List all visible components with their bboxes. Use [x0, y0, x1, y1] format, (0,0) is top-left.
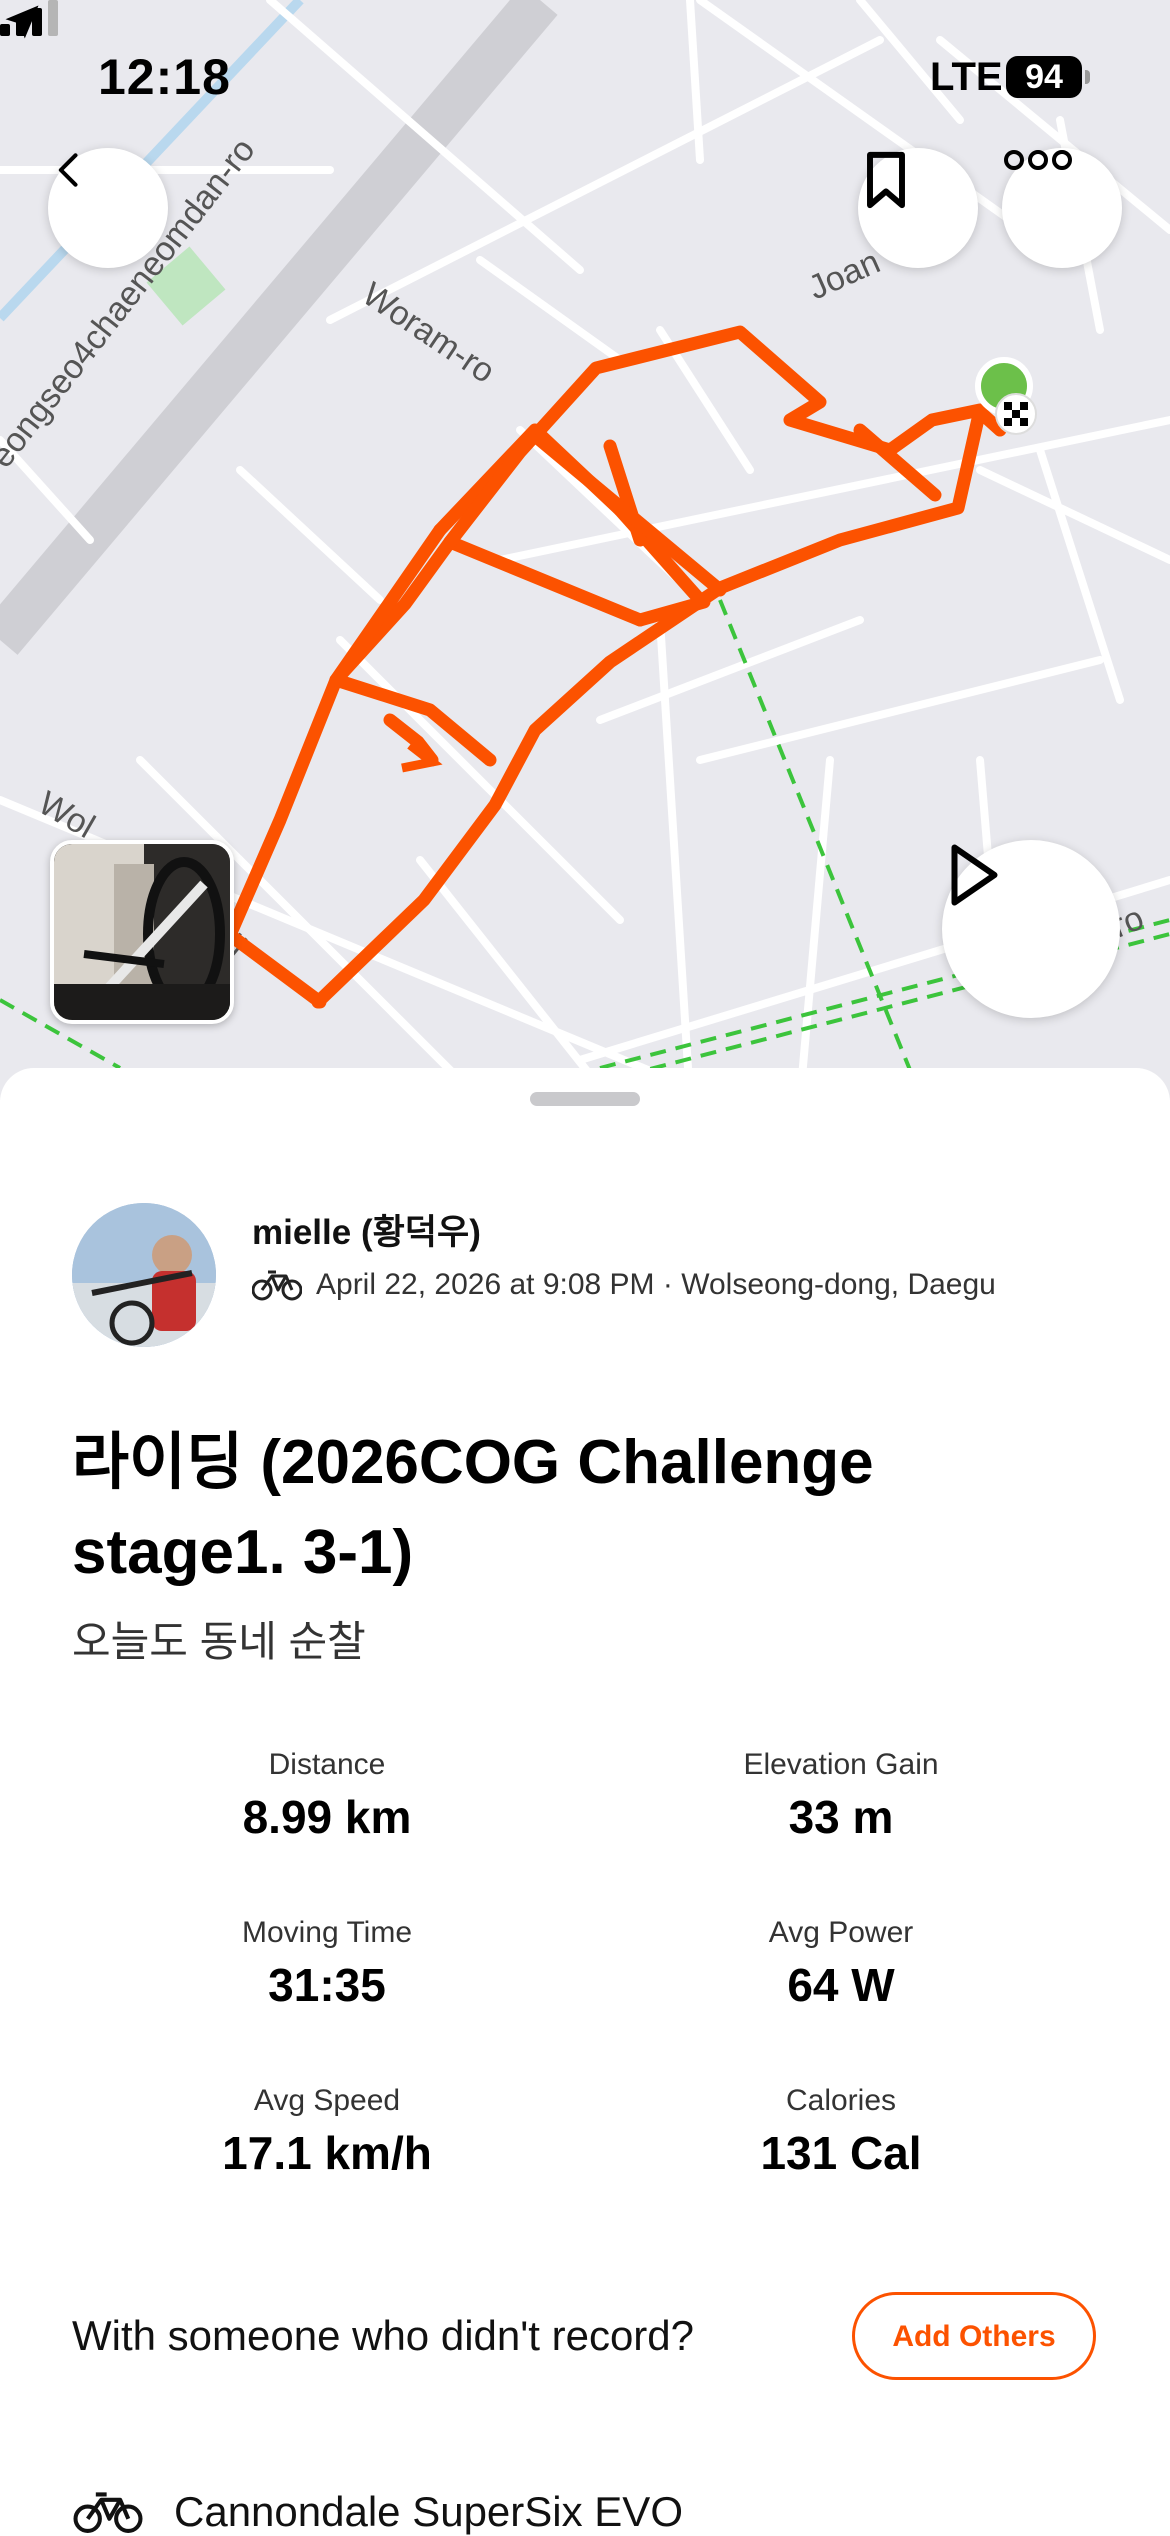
- stat-label: Avg Power: [768, 1916, 914, 1949]
- stat-value: 17.1 km/h: [222, 2127, 432, 2179]
- activity-sheet: mielle (황덕우) April 22, 2026 at 9:08 PM ·…: [0, 1068, 1170, 2535]
- stat-avg-power: Avg Power 64 W: [591, 1916, 1091, 2012]
- avatar[interactable]: [72, 1203, 216, 1347]
- stat-label: Avg Speed: [253, 2084, 401, 2117]
- activity-meta: April 22, 2026 at 9:08 PM · Wolseong-don…: [252, 1268, 996, 1302]
- status-bar: 12:18 LTE 94: [0, 0, 1170, 150]
- stat-elevation-gain: Elevation Gain 33 m: [591, 1748, 1091, 1844]
- activity-date-location: April 22, 2026 at 9:08 PM · Wolseong-don…: [316, 1268, 996, 1301]
- stat-value: 31:35: [268, 1959, 386, 2011]
- play-flyover-button[interactable]: [942, 840, 1120, 1018]
- avatar-image: [72, 1203, 216, 1347]
- stat-label: Calories: [785, 2084, 897, 2117]
- bike-icon: [252, 1270, 302, 1301]
- status-time: 12:18: [98, 49, 231, 105]
- more-dots-icon: [1004, 150, 1072, 170]
- activity-description: 오늘도 동네 순찰: [72, 1618, 366, 1665]
- stat-moving-time: Moving Time 31:35: [77, 1916, 577, 2012]
- athlete-name[interactable]: mielle (황덕우): [252, 1204, 481, 1255]
- stat-calories: Calories 131 Cal: [591, 2084, 1091, 2180]
- activity-title: 라이딩 (2026COG Challenge stage1. 3-1): [72, 1428, 874, 1587]
- stat-value: 131 Cal: [760, 2127, 922, 2179]
- gear-name: Cannondale SuperSix EVO: [174, 2488, 683, 2535]
- route-map[interactable]: eongseo4chaeneomdan-ro Woram-ro Joan Wol…: [0, 0, 1170, 1100]
- stat-avg-speed: Avg Speed 17.1 km/h: [77, 2084, 577, 2180]
- more-button[interactable]: [1002, 148, 1122, 268]
- battery-level: 94: [1006, 56, 1082, 98]
- stat-value: 8.99 km: [242, 1791, 412, 1843]
- bookmark-button[interactable]: [858, 148, 978, 268]
- add-others-button[interactable]: Add Others: [852, 2292, 1096, 2380]
- play-icon: [951, 844, 998, 906]
- battery-tip: [1085, 70, 1090, 84]
- activity-photo-thumbnail[interactable]: [50, 840, 234, 1024]
- stat-label: Moving Time: [241, 1916, 413, 1949]
- finish-marker: [995, 393, 1037, 435]
- stat-distance: Distance 8.99 km: [77, 1748, 577, 1844]
- route-line: [223, 325, 1007, 1009]
- with-others-prompt: With someone who didn't record?: [72, 2312, 695, 2359]
- street-label: Woram-ro: [356, 275, 502, 391]
- street-label: Joan: [803, 243, 886, 308]
- stat-value: 64 W: [787, 1959, 895, 2011]
- stat-label: Elevation Gain: [743, 1748, 939, 1781]
- network-type: LTE: [930, 55, 1003, 99]
- chevron-left-icon: [58, 153, 78, 187]
- bike-icon: [73, 2492, 143, 2533]
- gear-row[interactable]: Cannondale SuperSix EVO: [72, 2488, 683, 2536]
- back-button[interactable]: [48, 148, 168, 268]
- bike-photo: [54, 844, 230, 1020]
- sheet-drag-handle[interactable]: [530, 1092, 640, 1106]
- bookmark-icon: [867, 151, 905, 209]
- signal-icon: [0, 0, 58, 36]
- stat-value: 33 m: [788, 1791, 894, 1843]
- stat-label: Distance: [268, 1748, 386, 1781]
